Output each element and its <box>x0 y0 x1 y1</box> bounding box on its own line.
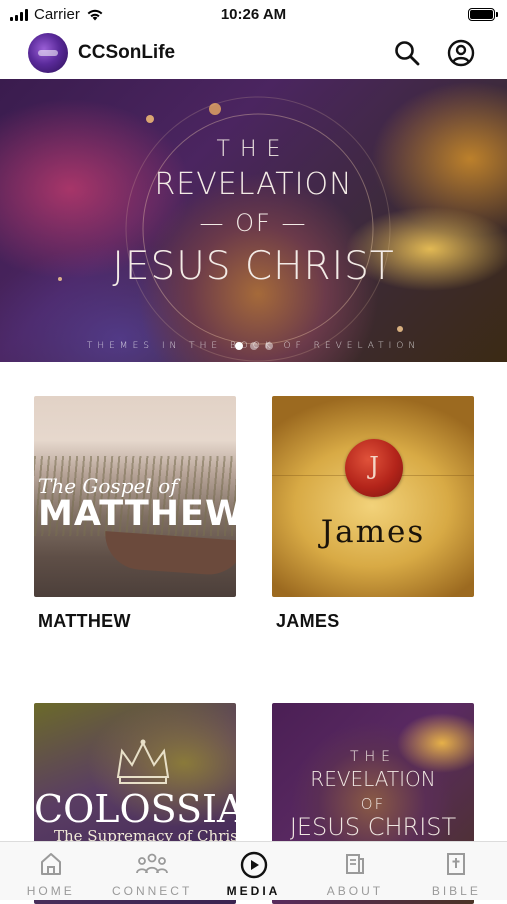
bible-icon <box>447 853 466 875</box>
tab-label: MEDIA <box>226 884 281 898</box>
tab-label: HOME <box>26 884 75 898</box>
thumbnail-title-text: COLOSSIANS <box>34 787 236 831</box>
series-label-james[interactable]: JAMES <box>272 611 474 632</box>
hero-banner[interactable]: THE REVELATION — OF — JESUS CHRIST THEME… <box>0 79 507 362</box>
thumbnail-title-text: James <box>320 514 426 550</box>
seal-letter: J <box>369 452 379 480</box>
tab-label: CONNECT <box>111 884 193 898</box>
app-header: CCSonLife <box>0 30 507 78</box>
series-card-matthew[interactable]: The Gospel of MATTHEW MATTHEW <box>34 396 236 632</box>
wax-seal-icon: J <box>345 439 403 497</box>
app-title: CCSonLife <box>78 42 176 63</box>
series-label-matthew[interactable]: MATTHEW <box>34 611 236 632</box>
tab-label: ABOUT <box>326 884 384 898</box>
hero-title-jesus-christ: JESUS CHRIST <box>112 244 395 289</box>
bottom-tab-bar: HOME CONNECT MEDIA ABOUT BIBLE <box>0 841 507 900</box>
clock: 10:26 AM <box>220 6 287 23</box>
hero-title-of: — OF — <box>199 209 308 237</box>
series-thumbnail-james[interactable]: J James <box>272 396 474 597</box>
crown-icon <box>116 739 170 784</box>
play-icon <box>240 851 267 879</box>
status-bar: Carrier 10:26 AM <box>0 0 507 30</box>
tab-media[interactable]: MEDIA <box>203 842 304 900</box>
tab-label: BIBLE <box>431 884 481 898</box>
carousel-dot[interactable] <box>264 342 273 350</box>
thumbnail-line-revelation: REVELATION <box>310 767 436 791</box>
home-icon <box>40 853 61 875</box>
tab-bible[interactable]: BIBLE <box>406 842 507 900</box>
app-logo[interactable] <box>28 33 68 73</box>
search-icon[interactable] <box>392 38 422 68</box>
tab-connect[interactable]: CONNECT <box>101 842 202 900</box>
tab-home[interactable]: HOME <box>0 842 101 900</box>
thumbnail-line-jesus-christ: JESUS CHRIST <box>289 813 457 841</box>
carousel-dot[interactable] <box>249 342 258 350</box>
people-icon <box>136 853 169 874</box>
hero-title-the: THE <box>216 137 291 162</box>
series-thumbnail-matthew[interactable]: The Gospel of MATTHEW <box>34 396 236 597</box>
account-icon[interactable] <box>446 38 476 68</box>
series-card-james[interactable]: J James JAMES <box>272 396 474 632</box>
thumbnail-line-of: OF <box>360 795 386 813</box>
hero-title-revelation: REVELATION <box>154 167 353 202</box>
battery-icon <box>468 8 498 21</box>
carousel-dots <box>0 342 507 350</box>
tab-about[interactable]: ABOUT <box>304 842 405 900</box>
thumbnail-title-text: MATTHEW <box>38 494 236 534</box>
thumbnail-line-the: THE <box>350 749 396 765</box>
carousel-dot[interactable] <box>234 342 243 350</box>
boat-decoration <box>102 531 236 577</box>
document-icon <box>345 854 364 874</box>
